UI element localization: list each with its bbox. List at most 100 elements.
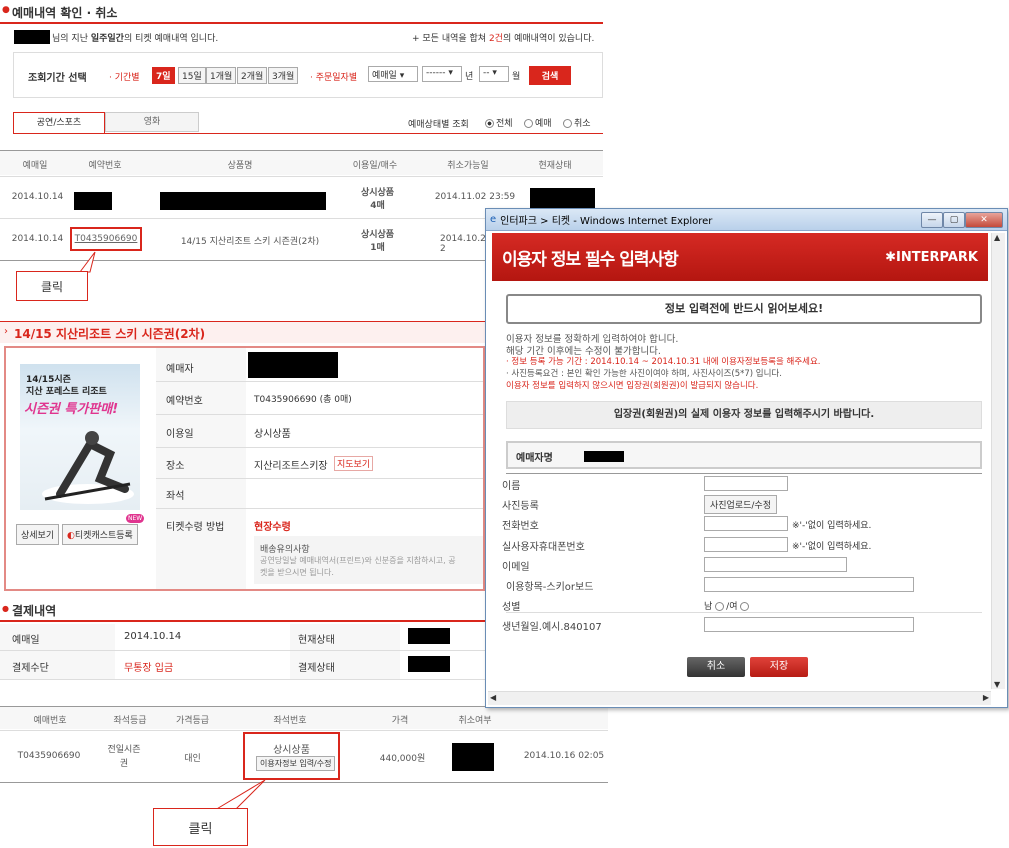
bullet-icon: ● xyxy=(2,5,10,15)
period-7d-button[interactable]: 7일 xyxy=(152,67,175,84)
table2-bottom xyxy=(0,782,608,783)
status-cancel-radio[interactable]: 취소 xyxy=(563,116,591,129)
photo-upload-button[interactable]: 사진업로드/수정 xyxy=(704,495,777,514)
scroll-down-icon[interactable]: ▼ xyxy=(994,680,1000,689)
pay-method-value: 무통장 입금 xyxy=(124,663,174,674)
tab-movie[interactable]: 영화 xyxy=(105,112,199,132)
user-info-edit-button[interactable]: 이용자정보 입력/수정 xyxy=(256,756,336,771)
detail-row-line xyxy=(156,508,483,509)
period-3m-button[interactable]: 3개월 xyxy=(268,67,299,84)
detail-header: › 14/15 지산리조트 스키 시즌권(2차) xyxy=(0,321,485,343)
new-badge: NEW xyxy=(126,514,145,523)
gender-female-radio[interactable] xyxy=(740,602,750,611)
page-title: 예매내역 확인 · 취소 xyxy=(12,6,118,20)
search-button[interactable]: 검색 xyxy=(529,66,571,85)
row2-usage: 상시상품 xyxy=(360,230,395,240)
period-2m-button[interactable]: 2개월 xyxy=(237,67,268,84)
vertical-scrollbar[interactable]: ▲ ▼ xyxy=(991,233,1005,689)
masked-status xyxy=(408,628,450,644)
th2-seat: 좌석번호 xyxy=(273,716,307,726)
poster-line2: 지산 포레스트 리조트 xyxy=(26,387,107,397)
row2-cancel-date: 2014.10.26 2 xyxy=(440,234,492,254)
detail-view-button[interactable]: 상세보기 xyxy=(16,524,60,545)
th2-cancel: 취소여부 xyxy=(458,716,492,726)
form-line xyxy=(506,612,982,613)
notice-title: 배송유의사항 xyxy=(260,545,310,555)
row1-usage: 상시상품 xyxy=(360,188,395,198)
date-type-select[interactable]: 예매일 ▾ xyxy=(368,66,418,82)
row2-date: 2014.10.14 xyxy=(11,234,64,244)
item-input[interactable] xyxy=(704,577,914,592)
th2-price: 가격 xyxy=(391,716,409,726)
gender-options: 남 /여 xyxy=(704,599,751,612)
masked-cancel xyxy=(452,743,494,771)
popup-save-button[interactable]: 저장 xyxy=(750,657,808,677)
maximize-button[interactable]: ▢ xyxy=(943,212,965,228)
row2-code-link[interactable]: T0435906690 xyxy=(73,234,139,244)
row1-date: 2014.10.14 xyxy=(11,192,64,202)
row1-qty: 4매 xyxy=(370,201,385,211)
period-label: · 기간별 xyxy=(109,73,140,83)
t2-date: 2014.10.16 02:05 xyxy=(523,751,605,761)
radio-icon xyxy=(485,119,494,128)
gender-male-radio[interactable] xyxy=(715,602,725,611)
detail-box: 14/15시즌 지산 포레스트 리조트 시즌권 특가판매! 상세보기 ◐티켓캐스… xyxy=(4,346,485,591)
year-select[interactable]: ------ ▾ xyxy=(422,66,462,82)
ticketcast-register-button[interactable]: ◐티켓캐스트등록 xyxy=(62,524,138,545)
user-info-popup: e 인터파크 > 티켓 - Windows Internet Explorer … xyxy=(485,208,1008,708)
radio-icon xyxy=(524,119,533,128)
phone-input[interactable] xyxy=(704,516,788,531)
field-phone-label: 전화번호 xyxy=(502,521,539,532)
scroll-right-icon[interactable]: ▶ xyxy=(983,693,989,702)
row-line xyxy=(0,176,603,177)
status-all-radio[interactable]: 전체 xyxy=(485,116,513,129)
year-unit: 년 xyxy=(465,72,474,82)
pay-date-value: 2014.10.14 xyxy=(124,631,182,642)
row2-product[interactable]: 14/15 지산리조트 스키 시즌권(2차) xyxy=(150,234,350,247)
field-mobile-label: 실사용자휴대폰번호 xyxy=(502,542,585,553)
field-photo-label: 사진등록 xyxy=(502,501,539,512)
booker-label: 예매자명 xyxy=(516,453,553,464)
detail-title: 14/15 지산리조트 스키 시즌권(2차) xyxy=(14,327,206,341)
scroll-up-icon[interactable]: ▲ xyxy=(994,233,1000,242)
detail-row-line xyxy=(156,414,483,415)
th2-price-grade: 가격등급 xyxy=(175,716,210,726)
status-booked-radio[interactable]: 예매 xyxy=(524,116,552,129)
name-input[interactable] xyxy=(704,476,788,491)
popup-line3: · 정보 등록 가능 기간 : 2014.10.14 ~ 2014.10.31 … xyxy=(506,357,821,367)
month-select[interactable]: -- ▾ xyxy=(479,66,509,82)
filter-label: 조회기간 선택 xyxy=(28,73,87,84)
phone-hint: ※'-'없이 입력하세요. xyxy=(792,521,872,531)
th-code: 예약번호 xyxy=(88,161,122,171)
row1-cancel-date: 2014.11.02 23:59 xyxy=(434,192,516,202)
popup-banner: 이용자 정보 필수 입력사항 ✱INTERPARK xyxy=(492,233,988,281)
notice-text-2: 켓을 받으시면 됩니다. xyxy=(260,568,334,577)
bullet-icon: ● xyxy=(2,604,9,613)
masked-product xyxy=(160,192,326,210)
booker-row: 예매자명 xyxy=(506,441,982,469)
popup-section-box: 입장권(회원권)의 실제 이용자 정보를 입력해주시기 바랍니다. xyxy=(506,401,982,429)
pay-row-line xyxy=(0,679,485,680)
usage-value: 상시상품 xyxy=(254,429,291,440)
masked-booker-name xyxy=(584,451,624,462)
t2-price: 440,000원 xyxy=(379,754,426,764)
email-input[interactable] xyxy=(704,557,847,572)
horizontal-scrollbar[interactable]: ◀ ▶ xyxy=(488,691,991,705)
popup-cancel-button[interactable]: 취소 xyxy=(687,657,745,677)
click-callout-2: 클릭 xyxy=(153,808,248,846)
click-callout-1: 클릭 xyxy=(16,271,88,301)
close-button[interactable]: ✕ xyxy=(965,212,1003,228)
mobile-input[interactable] xyxy=(704,537,788,552)
scroll-left-icon[interactable]: ◀ xyxy=(490,693,496,702)
map-button[interactable]: 지도보기 xyxy=(334,456,374,471)
row2-qty: 1매 xyxy=(370,243,385,253)
period-1m-button[interactable]: 1개월 xyxy=(206,67,237,84)
birth-input[interactable] xyxy=(704,617,914,632)
detail-row-line xyxy=(156,381,483,382)
label-booker: 예매자 xyxy=(166,364,194,375)
poster-image: 14/15시즌 지산 포레스트 리조트 시즌권 특가판매! xyxy=(20,364,140,510)
period-15d-button[interactable]: 15일 xyxy=(178,67,206,84)
tab-performance[interactable]: 공연/스포츠 xyxy=(13,112,105,134)
minimize-button[interactable]: — xyxy=(921,212,943,228)
arrow-icon: › xyxy=(4,326,8,337)
